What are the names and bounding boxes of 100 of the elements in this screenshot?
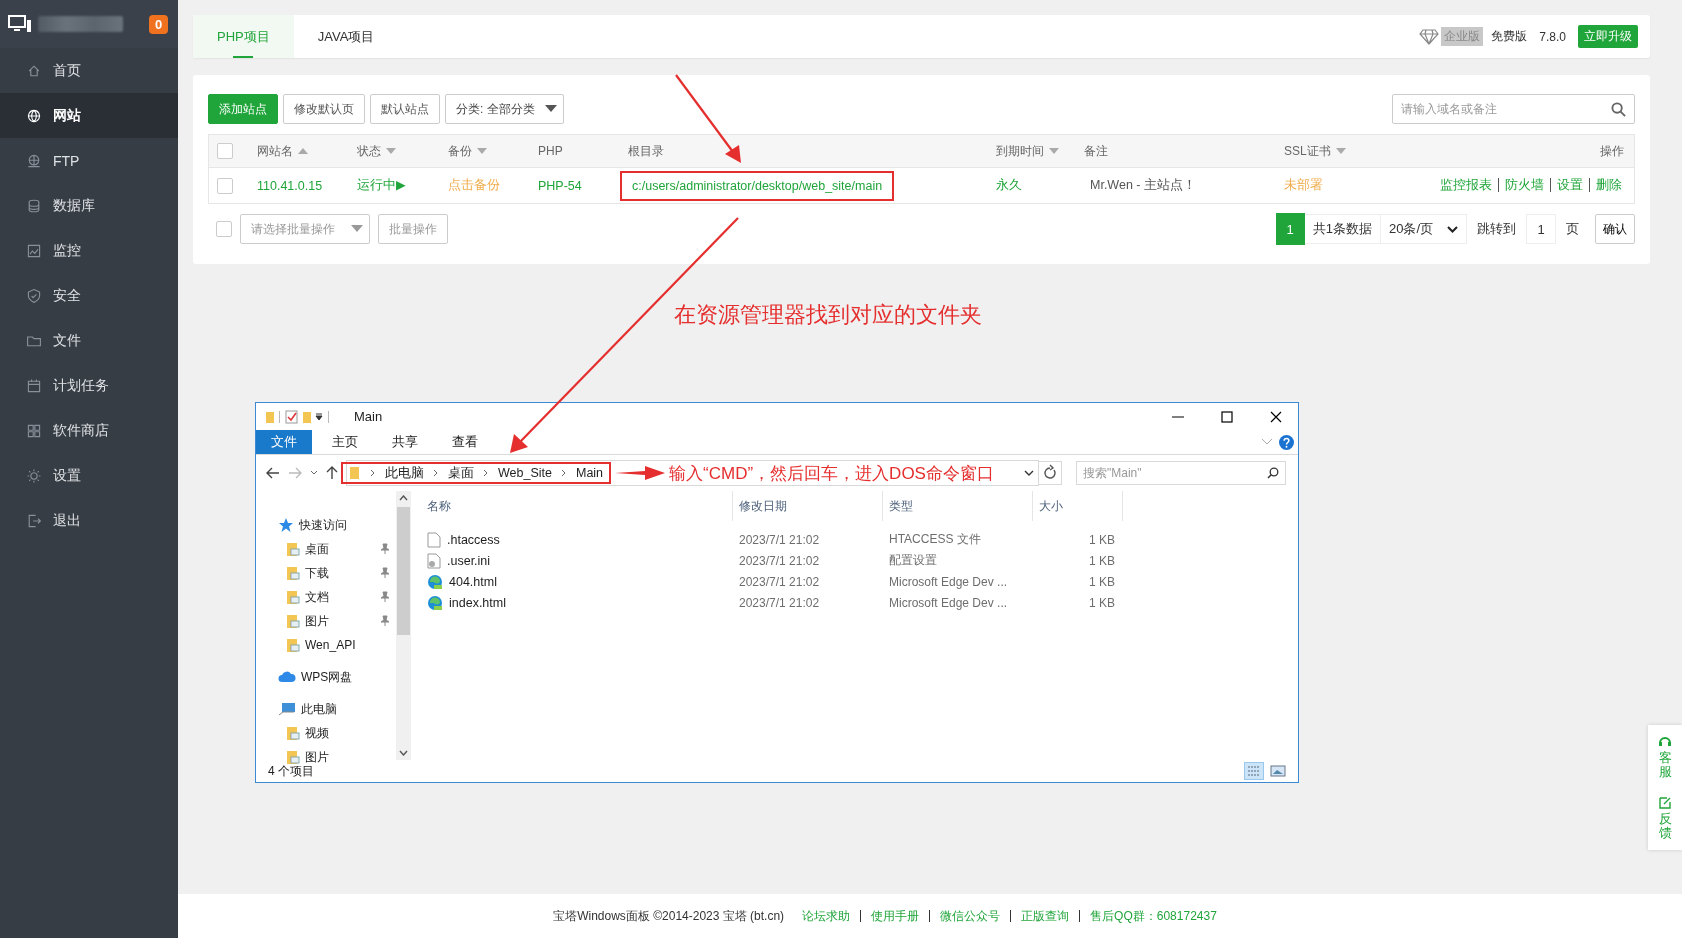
search-icon[interactable]: [1267, 467, 1279, 479]
sidebar-item[interactable]: 监控: [0, 228, 178, 273]
chevron-icon[interactable]: [560, 469, 567, 477]
breadcrumb-item[interactable]: 桌面: [448, 464, 474, 482]
sidebar-item[interactable]: 计划任务: [0, 363, 178, 408]
forward-icon[interactable]: [288, 467, 302, 479]
search-icon[interactable]: [1611, 101, 1626, 117]
page-size-select[interactable]: 20条/页: [1380, 214, 1467, 244]
breadcrumb-item[interactable]: Main: [575, 466, 604, 480]
file-size: 1 KB: [1088, 532, 1116, 547]
column-header[interactable]: 根目录: [628, 142, 664, 160]
maximize-icon[interactable]: [1221, 410, 1233, 423]
close-icon[interactable]: [1270, 410, 1282, 423]
column-header[interactable]: 修改日期: [733, 491, 883, 521]
chevron-icon[interactable]: [483, 469, 489, 477]
total-count: 共1条数据: [1304, 214, 1381, 244]
file-name[interactable]: .user.ini: [421, 552, 733, 569]
column-header[interactable]: 操作: [1600, 142, 1624, 160]
page-input[interactable]: 1: [1526, 214, 1556, 244]
folder-icon: [286, 725, 300, 741]
confirm-button[interactable]: 确认: [1595, 214, 1635, 244]
note-text[interactable]: Mr.Wen - 主站点！: [1084, 178, 1196, 192]
edit-icon: [1658, 795, 1672, 810]
nav-item[interactable]: 下载: [256, 561, 396, 585]
up-icon[interactable]: [326, 466, 338, 480]
scroll-up-icon[interactable]: [399, 495, 408, 501]
nav-item[interactable]: 视频: [256, 721, 396, 745]
nav-item[interactable]: Wen_API: [256, 633, 396, 657]
nav-item[interactable]: 文档: [256, 585, 396, 609]
file-type: 配置设置: [888, 552, 938, 569]
column-header[interactable]: 状态: [357, 142, 396, 160]
column-header[interactable]: 备注: [1084, 142, 1108, 160]
file-type: Microsoft Edge Dev ...: [888, 574, 1009, 589]
pin-icon[interactable]: [380, 543, 390, 555]
computer-icon: [278, 702, 296, 716]
pin-icon[interactable]: [380, 567, 390, 579]
sort-icon[interactable]: [1049, 148, 1059, 154]
column-header[interactable]: 网站名: [257, 142, 308, 160]
folder-icon: [286, 637, 300, 653]
ribbon-tab[interactable]: 查看: [438, 430, 492, 454]
scroll-down-icon[interactable]: [399, 750, 408, 756]
sidebar-item[interactable]: 网站: [0, 93, 178, 138]
sort-icon[interactable]: [477, 148, 487, 154]
sort-icon[interactable]: [298, 148, 308, 154]
nav-item[interactable]: 桌面: [256, 537, 396, 561]
breadcrumb-item[interactable]: Web_Site: [498, 466, 552, 480]
chart-icon: [26, 242, 42, 259]
column-header[interactable]: PHP: [538, 144, 563, 158]
sidebar-item[interactable]: 文件: [0, 318, 178, 363]
nav-item[interactable]: 图片: [256, 609, 396, 633]
database-icon: [26, 197, 42, 214]
ribbon-tab[interactable]: 主页: [318, 430, 372, 454]
nav-item[interactable]: 快速访问: [256, 513, 396, 537]
help-icon[interactable]: [1279, 434, 1294, 450]
sidebar-item[interactable]: 首页: [0, 48, 178, 93]
caret-icon: [351, 225, 363, 233]
file-name[interactable]: 404.html: [421, 573, 733, 590]
breadcrumb-item[interactable]: 此电脑: [385, 464, 424, 482]
column-header[interactable]: 名称: [421, 491, 733, 521]
batch-checkbox[interactable]: [216, 221, 232, 237]
nav-item[interactable]: 此电脑: [256, 697, 396, 721]
modified-date: 2023/7/1 21:02: [738, 532, 821, 547]
select-all-checkbox[interactable]: [217, 143, 233, 159]
toolbar-button[interactable]: 修改默认页: [283, 94, 365, 124]
column-header[interactable]: 到期时间: [996, 142, 1059, 160]
row-checkbox[interactable]: [217, 177, 233, 194]
pin-icon[interactable]: [380, 591, 390, 603]
details-view-icon[interactable]: [1244, 762, 1264, 780]
category-select[interactable]: 分类: 全部分类: [445, 94, 564, 124]
file-icon: [427, 531, 441, 548]
sidebar-item[interactable]: 软件商店: [0, 408, 178, 453]
ribbon-tab[interactable]: 文件: [256, 430, 312, 454]
sidebar-item[interactable]: 数据库: [0, 183, 178, 228]
recent-dropdown-icon[interactable]: [310, 470, 318, 476]
nav-item[interactable]: WPS网盘: [256, 665, 396, 689]
column-header[interactable]: 备份: [448, 142, 487, 160]
sidebar-item[interactable]: 安全: [0, 273, 178, 318]
sort-icon[interactable]: [1335, 148, 1346, 154]
scrollbar[interactable]: [396, 491, 411, 760]
chevron-icon[interactable]: [433, 469, 439, 477]
column-header[interactable]: SSL证书: [1284, 142, 1346, 160]
back-icon[interactable]: [266, 467, 280, 479]
goto-label: 跳转到: [1476, 220, 1517, 238]
sidebar-item[interactable]: 退出: [0, 498, 178, 543]
toolbar-button[interactable]: 默认站点: [370, 94, 440, 124]
pin-icon[interactable]: [380, 615, 390, 627]
sidebar-item[interactable]: FTP: [0, 138, 178, 183]
refresh-icon[interactable]: [1038, 461, 1062, 485]
star-icon: [278, 517, 294, 533]
file-name[interactable]: index.html: [421, 594, 733, 611]
ribbon-tab[interactable]: 共享: [378, 430, 432, 454]
file-name[interactable]: .htaccess: [421, 531, 733, 548]
column-header[interactable]: 类型: [883, 491, 1033, 521]
chevron-icon[interactable]: [370, 469, 376, 477]
sidebar-item[interactable]: 设置: [0, 453, 178, 498]
preview-view-icon[interactable]: [1270, 764, 1286, 778]
sort-icon[interactable]: [386, 148, 396, 154]
column-header[interactable]: 大小: [1033, 491, 1123, 521]
project-tab[interactable]: JAVA项目: [293, 15, 399, 58]
dropdown-icon[interactable]: [1024, 469, 1034, 477]
